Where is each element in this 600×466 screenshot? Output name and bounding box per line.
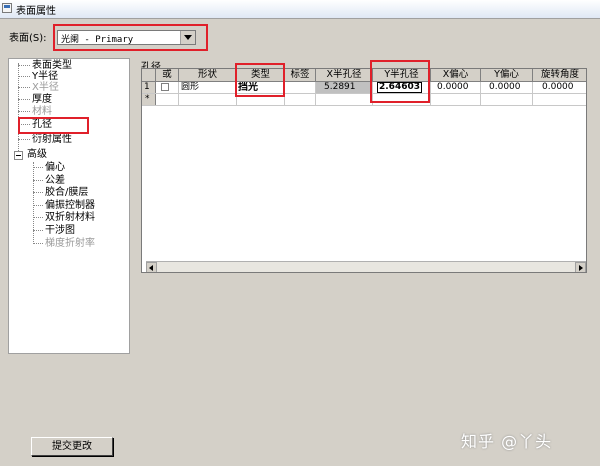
col-header-or[interactable]: 或: [156, 69, 179, 81]
surface-select-value: 光阑 - Primary: [61, 35, 134, 45]
tree-item-tolerance[interactable]: 公差: [45, 175, 65, 186]
tree-line: [33, 192, 43, 193]
col-header-label[interactable]: 标签: [285, 69, 316, 81]
tree-line: [18, 124, 30, 125]
col-header-rotation[interactable]: 旋转角度: [533, 69, 586, 81]
or-checkbox[interactable]: [161, 83, 169, 91]
empty-cell[interactable]: [316, 94, 373, 105]
tree-item-x-radius[interactable]: X半径: [32, 82, 59, 93]
col-header-x-decenter[interactable]: X偏心: [431, 69, 481, 81]
collapse-icon[interactable]: [14, 151, 23, 160]
empty-cell[interactable]: [156, 94, 179, 105]
tree-item-aperture[interactable]: 孔径: [32, 119, 52, 130]
col-header-shape[interactable]: 形状: [179, 69, 237, 81]
property-tree[interactable]: 表面类型 Y半径 X半径 厚度 材料 孔径 衍射属性 高级 偏心 公差 胶合/膜…: [8, 58, 130, 354]
row-number[interactable]: 1: [142, 82, 156, 93]
tree-line: [33, 180, 43, 181]
scroll-left-icon[interactable]: [146, 262, 157, 272]
tree-item-surface-type[interactable]: 表面类型: [32, 60, 72, 71]
type-cell[interactable]: 挡光: [237, 82, 285, 93]
dropdown-arrow-icon[interactable]: [180, 31, 195, 44]
rotation-cell[interactable]: 0.0000: [533, 82, 586, 93]
empty-cell[interactable]: [237, 94, 285, 105]
tree-line: [18, 139, 30, 140]
shape-cell[interactable]: 圆形: [179, 82, 237, 93]
y-half-aperture-input[interactable]: 2.64603: [377, 82, 422, 93]
tree-line: [33, 167, 43, 168]
empty-cell[interactable]: [431, 94, 481, 105]
tree-line: [18, 111, 30, 112]
tree-item-interferogram[interactable]: 干涉图: [45, 225, 75, 236]
aperture-grid[interactable]: 或 形状 类型 标签 X半孔径 Y半孔径 X偏心 Y偏心 旋转角度 1 圆形 挡…: [141, 68, 587, 273]
empty-cell[interactable]: [285, 94, 316, 105]
surface-select[interactable]: 光阑 - Primary: [57, 30, 196, 45]
tree-item-thickness[interactable]: 厚度: [32, 94, 52, 105]
empty-cell[interactable]: [533, 94, 586, 105]
tree-line: [18, 76, 30, 77]
window-title: 表面属性: [16, 6, 56, 17]
x-half-aperture-cell[interactable]: 5.2891: [316, 82, 373, 93]
label-cell[interactable]: [285, 82, 316, 93]
col-header-type[interactable]: 类型: [237, 69, 285, 81]
table-row[interactable]: *: [142, 94, 586, 106]
y-half-aperture-cell[interactable]: 2.64603: [373, 82, 431, 93]
table-row[interactable]: 1 圆形 挡光 5.2891 2.64603 0.0000 0.0000 0.0…: [142, 82, 586, 94]
window-icon: [2, 3, 12, 13]
col-header-y-half[interactable]: Y半孔径: [373, 69, 431, 81]
tree-item-advanced[interactable]: 高级: [27, 149, 47, 160]
tree-line: [33, 217, 43, 218]
horizontal-scrollbar[interactable]: [146, 261, 586, 272]
tree-item-diffraction[interactable]: 衍射属性: [32, 134, 72, 145]
tree-line: [18, 99, 30, 100]
new-row-marker[interactable]: *: [142, 94, 156, 105]
col-header-x-half[interactable]: X半孔径: [316, 69, 373, 81]
tree-item-y-radius[interactable]: Y半径: [32, 71, 58, 82]
submit-changes-button[interactable]: 提交更改: [31, 437, 113, 456]
empty-cell[interactable]: [481, 94, 533, 105]
tree-line: [33, 205, 43, 206]
surface-label: 表面(S):: [9, 33, 47, 44]
scroll-right-icon[interactable]: [575, 262, 586, 272]
tree-line: [18, 87, 30, 88]
tree-item-polarization[interactable]: 偏振控制器: [45, 200, 95, 211]
tree-item-cement-coating[interactable]: 胶合/膜层: [45, 187, 88, 198]
empty-cell[interactable]: [179, 94, 237, 105]
tree-line: [33, 243, 43, 244]
title-bar: 表面属性: [0, 0, 600, 19]
tree-line: [18, 65, 30, 66]
x-decenter-cell[interactable]: 0.0000: [431, 82, 481, 93]
tree-line: [33, 162, 34, 244]
tree-item-decenter[interactable]: 偏心: [45, 162, 65, 173]
col-header-y-decenter[interactable]: Y偏心: [481, 69, 533, 81]
col-header-rownum: [142, 69, 156, 81]
tree-line: [33, 230, 43, 231]
grid-header: 或 形状 类型 标签 X半孔径 Y半孔径 X偏心 Y偏心 旋转角度: [142, 69, 586, 82]
empty-cell[interactable]: [373, 94, 431, 105]
tree-item-grin[interactable]: 梯度折射率: [45, 238, 95, 249]
y-decenter-cell[interactable]: 0.0000: [481, 82, 533, 93]
tree-item-material[interactable]: 材料: [32, 106, 52, 117]
or-checkbox-cell[interactable]: [156, 82, 179, 93]
watermark: 知乎 @丫头: [461, 432, 553, 451]
tree-item-birefringent[interactable]: 双折射材料: [45, 212, 95, 223]
